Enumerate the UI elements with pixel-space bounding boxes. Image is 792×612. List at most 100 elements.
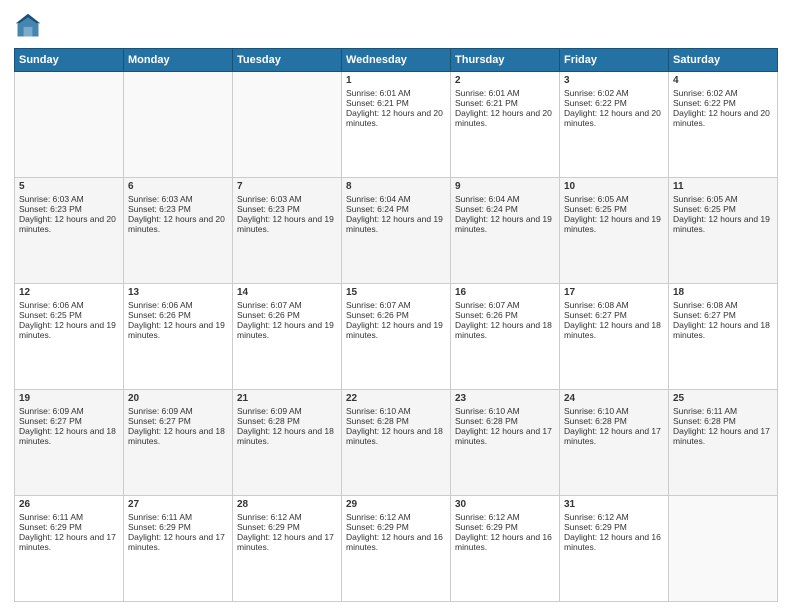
calendar-cell: 31Sunrise: 6:12 AMSunset: 6:29 PMDayligh… <box>560 496 669 602</box>
day-number: 20 <box>128 393 228 404</box>
day-info-line: Sunrise: 6:12 AM <box>346 512 446 522</box>
calendar-cell: 17Sunrise: 6:08 AMSunset: 6:27 PMDayligh… <box>560 284 669 390</box>
day-info-line: Sunrise: 6:12 AM <box>455 512 555 522</box>
day-info-line: Daylight: 12 hours and 20 minutes. <box>346 108 446 128</box>
calendar-cell: 28Sunrise: 6:12 AMSunset: 6:29 PMDayligh… <box>233 496 342 602</box>
week-row-2: 5Sunrise: 6:03 AMSunset: 6:23 PMDaylight… <box>15 178 778 284</box>
day-info-line: Sunset: 6:21 PM <box>346 98 446 108</box>
day-info-line: Sunset: 6:27 PM <box>19 416 119 426</box>
calendar-cell: 16Sunrise: 6:07 AMSunset: 6:26 PMDayligh… <box>451 284 560 390</box>
header <box>14 12 778 40</box>
day-number: 12 <box>19 287 119 298</box>
calendar-cell: 3Sunrise: 6:02 AMSunset: 6:22 PMDaylight… <box>560 72 669 178</box>
day-info-line: Daylight: 12 hours and 20 minutes. <box>19 214 119 234</box>
calendar-cell: 10Sunrise: 6:05 AMSunset: 6:25 PMDayligh… <box>560 178 669 284</box>
calendar-cell: 18Sunrise: 6:08 AMSunset: 6:27 PMDayligh… <box>669 284 778 390</box>
day-info-line: Sunset: 6:29 PM <box>455 522 555 532</box>
calendar-cell: 19 Sunrise: 6:09 AMSunset: 6:27 PMDayligh… <box>15 390 124 496</box>
day-info-line: Daylight: 12 hours and 18 minutes. <box>564 320 664 340</box>
day-info-line: Sunset: 6:21 PM <box>455 98 555 108</box>
day-info-line: Sunset: 6:28 PM <box>673 416 773 426</box>
calendar-cell: 23Sunrise: 6:10 AMSunset: 6:28 PMDayligh… <box>451 390 560 496</box>
day-number: 15 <box>346 287 446 298</box>
page: SundayMondayTuesdayWednesdayThursdayFrid… <box>0 0 792 612</box>
day-info-line: Sunrise: 6:07 AM <box>346 300 446 310</box>
calendar-cell: 25Sunrise: 6:11 AMSunset: 6:28 PMDayligh… <box>669 390 778 496</box>
day-info-line: Sunrise: 6:05 AM <box>564 194 664 204</box>
day-info-line: Sunrise: 6:02 AM <box>673 88 773 98</box>
day-number: 22 <box>346 393 446 404</box>
day-info-line: Daylight: 12 hours and 19 minutes. <box>673 214 773 234</box>
day-info-line: Sunset: 6:27 PM <box>128 416 228 426</box>
day-info-line: Sunrise: 6:02 AM <box>564 88 664 98</box>
day-info-line: Sunrise: 6:03 AM <box>19 194 119 204</box>
day-number: 29 <box>346 499 446 510</box>
day-info-line: Daylight: 12 hours and 17 minutes. <box>455 426 555 446</box>
calendar-cell: 5 Sunrise: 6:03 AMSunset: 6:23 PMDaylight… <box>15 178 124 284</box>
day-info-line: Daylight: 12 hours and 18 minutes. <box>673 320 773 340</box>
day-info-line: Sunset: 6:29 PM <box>346 522 446 532</box>
day-info-line: Sunset: 6:23 PM <box>19 204 119 214</box>
day-info-line: Sunset: 6:28 PM <box>237 416 337 426</box>
day-number: 30 <box>455 499 555 510</box>
day-info-line: Sunrise: 6:01 AM <box>455 88 555 98</box>
day-info-line: Sunrise: 6:01 AM <box>346 88 446 98</box>
day-info-line: Daylight: 12 hours and 18 minutes. <box>455 320 555 340</box>
day-info-line: Sunrise: 6:04 AM <box>455 194 555 204</box>
day-info-line: Daylight: 12 hours and 20 minutes. <box>564 108 664 128</box>
day-info-line: Daylight: 12 hours and 19 minutes. <box>237 320 337 340</box>
day-info-line: Sunset: 6:25 PM <box>564 204 664 214</box>
week-row-3: 12Sunrise: 6:06 AMSunset: 6:25 PMDayligh… <box>15 284 778 390</box>
calendar-cell: 12Sunrise: 6:06 AMSunset: 6:25 PMDayligh… <box>15 284 124 390</box>
day-info-line: Daylight: 12 hours and 18 minutes. <box>19 426 119 446</box>
day-number: 5 <box>19 181 119 192</box>
day-info-line: Sunset: 6:28 PM <box>564 416 664 426</box>
day-info-line: Sunrise: 6:11 AM <box>128 512 228 522</box>
day-number: 9 <box>455 181 555 192</box>
day-number: 23 <box>455 393 555 404</box>
day-info-line: Sunrise: 6:12 AM <box>564 512 664 522</box>
day-number: 11 <box>673 181 773 192</box>
day-info-line: Sunrise: 6:11 AM <box>19 512 119 522</box>
week-row-1: 1Sunrise: 6:01 AMSunset: 6:21 PMDaylight… <box>15 72 778 178</box>
day-number: 7 <box>237 181 337 192</box>
day-number: 27 <box>128 499 228 510</box>
day-number: 4 <box>673 75 773 86</box>
weekday-header-wednesday: Wednesday <box>342 49 451 72</box>
calendar-cell: 1 Sunrise: 6:01 AMSunset: 6:21 PMDaylight… <box>342 72 451 178</box>
day-info-line: Sunrise: 6:08 AM <box>564 300 664 310</box>
day-number: 28 <box>237 499 337 510</box>
day-number: 18 <box>673 287 773 298</box>
day-number: 14 <box>237 287 337 298</box>
calendar-cell: 29Sunrise: 6:12 AMSunset: 6:29 PMDayligh… <box>342 496 451 602</box>
day-info-line: Sunset: 6:25 PM <box>673 204 773 214</box>
day-info-line: Sunrise: 6:03 AM <box>128 194 228 204</box>
calendar-cell <box>15 72 124 178</box>
day-number: 17 <box>564 287 664 298</box>
day-info-line: Sunset: 6:23 PM <box>237 204 337 214</box>
day-number: 24 <box>564 393 664 404</box>
calendar-cell <box>124 72 233 178</box>
day-number: 19 <box>19 393 119 404</box>
day-info-line: Sunrise: 6:09 AM <box>19 406 119 416</box>
calendar-cell: 15Sunrise: 6:07 AMSunset: 6:26 PMDayligh… <box>342 284 451 390</box>
week-row-5: 26Sunrise: 6:11 AMSunset: 6:29 PMDayligh… <box>15 496 778 602</box>
day-info-line: Daylight: 12 hours and 18 minutes. <box>237 426 337 446</box>
day-info-line: Sunset: 6:24 PM <box>346 204 446 214</box>
day-info-line: Sunset: 6:29 PM <box>237 522 337 532</box>
day-number: 1 <box>346 75 446 86</box>
day-info-line: Sunset: 6:24 PM <box>455 204 555 214</box>
day-number: 10 <box>564 181 664 192</box>
day-info-line: Sunrise: 6:04 AM <box>346 194 446 204</box>
week-row-4: 19Sunrise: 6:09 AMSunset: 6:27 PMDayligh… <box>15 390 778 496</box>
weekday-header-sunday: Sunday <box>15 49 124 72</box>
day-info-line: Sunset: 6:26 PM <box>237 310 337 320</box>
day-info-line: Daylight: 12 hours and 17 minutes. <box>564 426 664 446</box>
day-info-line: Sunset: 6:28 PM <box>455 416 555 426</box>
day-number: 31 <box>564 499 664 510</box>
day-info-line: Daylight: 12 hours and 16 minutes. <box>455 532 555 552</box>
day-info-line: Daylight: 12 hours and 17 minutes. <box>673 426 773 446</box>
day-number: 2 <box>455 75 555 86</box>
day-info-line: Daylight: 12 hours and 20 minutes. <box>673 108 773 128</box>
day-number: 26 <box>19 499 119 510</box>
